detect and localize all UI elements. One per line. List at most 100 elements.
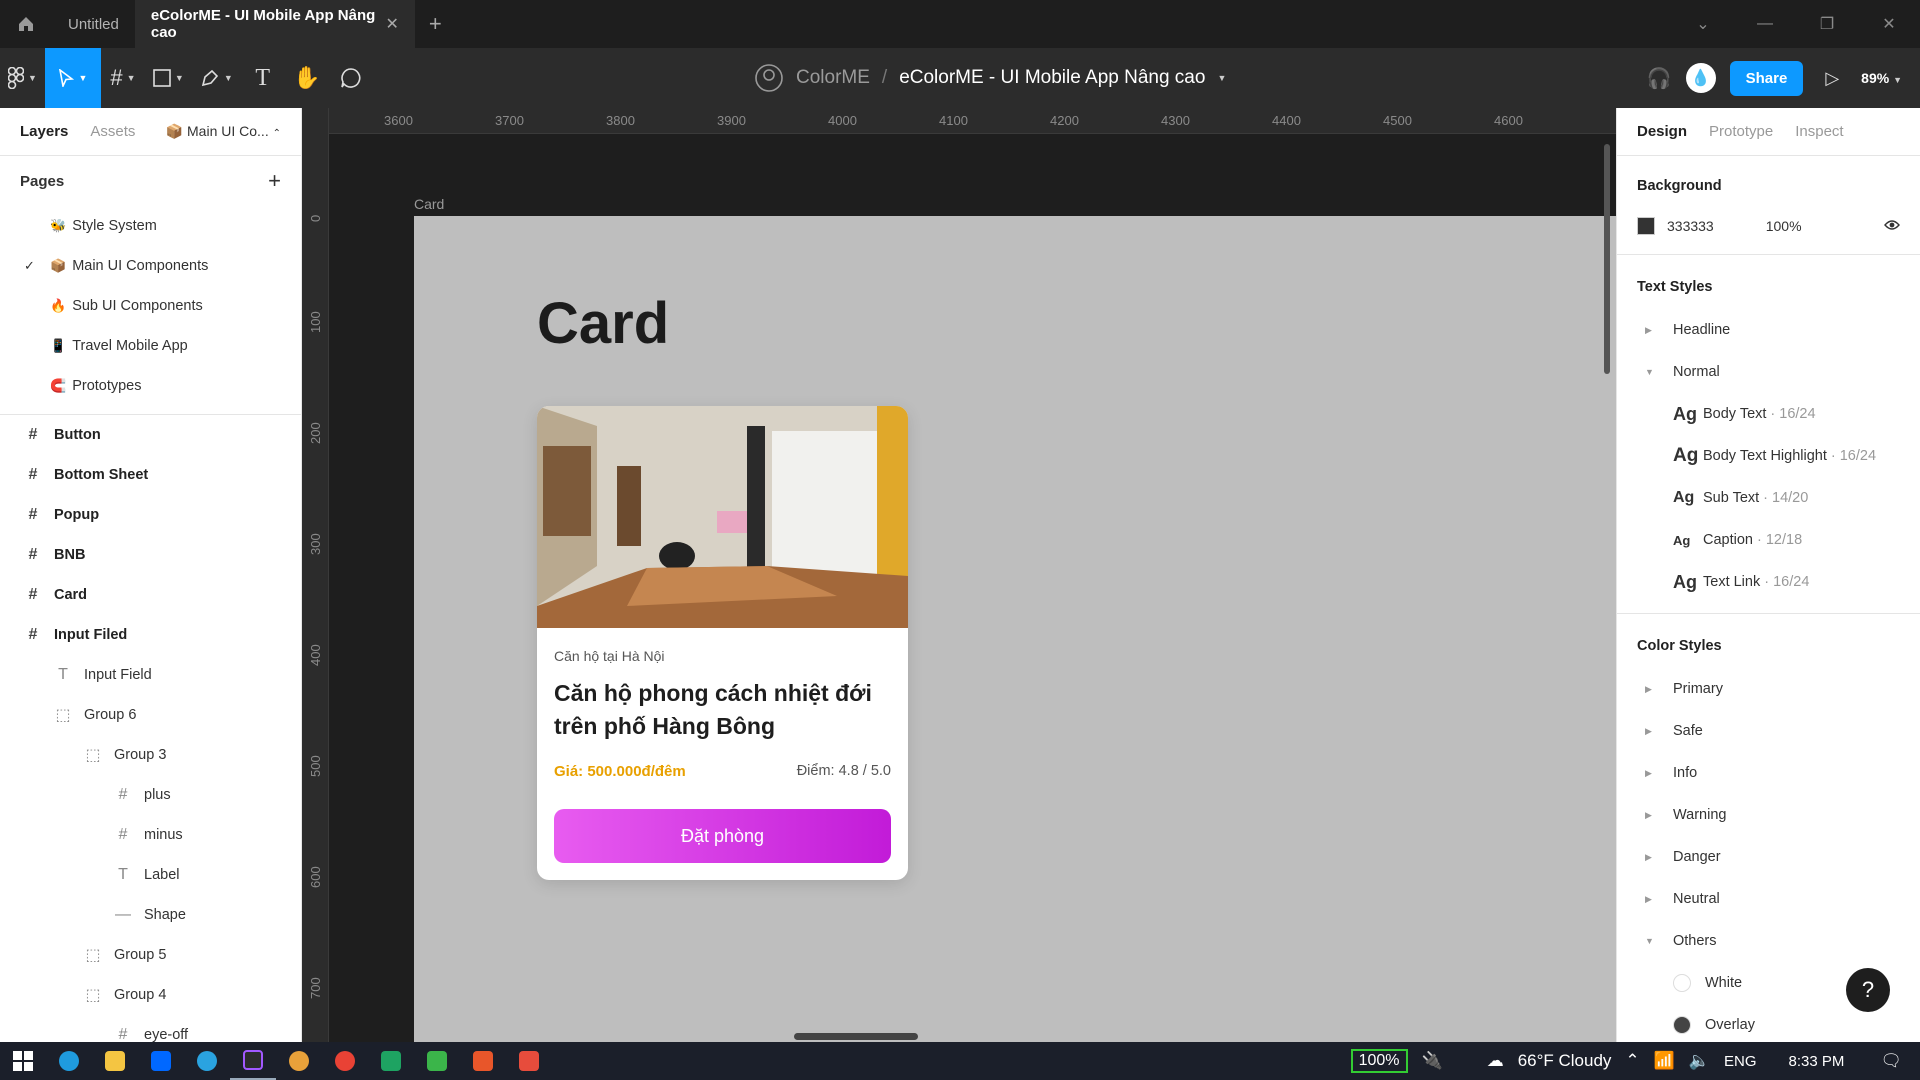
figma-taskbar-icon[interactable]	[230, 1042, 276, 1080]
chrome-icon[interactable]	[322, 1042, 368, 1080]
chrome-dev-icon[interactable]	[276, 1042, 322, 1080]
file-name[interactable]: eColorME - UI Mobile App Nâng cao	[899, 67, 1205, 89]
color-group[interactable]: ▶ Info	[1617, 752, 1920, 794]
telegram-icon[interactable]	[184, 1042, 230, 1080]
color-group[interactable]: ▶ Safe	[1617, 710, 1920, 752]
page-item[interactable]: 🧲 Prototypes	[0, 366, 301, 406]
tab-layers[interactable]: Layers	[20, 123, 68, 140]
layer-item[interactable]: # Input Filed	[0, 615, 301, 655]
start-windows-icon[interactable]	[0, 1042, 46, 1080]
eye-icon[interactable]	[1884, 218, 1900, 234]
tab-design[interactable]: Design	[1637, 123, 1687, 140]
layer-item[interactable]: # plus	[0, 775, 301, 815]
frame-label[interactable]: Card	[414, 196, 444, 212]
notifications-icon[interactable]: 🗨	[1880, 1051, 1902, 1071]
close-window-icon[interactable]: ✕	[1858, 14, 1920, 34]
text-tool-button[interactable]: T	[241, 48, 285, 108]
layer-item[interactable]: # Bottom Sheet	[0, 455, 301, 495]
presentation-icon[interactable]	[460, 1042, 506, 1080]
layer-item[interactable]: ⬚ Group 4	[0, 975, 301, 1015]
layer-item[interactable]: # BNB	[0, 535, 301, 575]
tab-assets[interactable]: Assets	[90, 123, 135, 140]
text-style-item[interactable]: Ag Sub Text · 14/20	[1617, 477, 1920, 519]
clock[interactable]: 8:33 PM	[1789, 1053, 1845, 1070]
avatar[interactable]: 💧	[1685, 63, 1716, 93]
hand-tool-button[interactable]: ✋	[285, 48, 329, 108]
page-item[interactable]: 📱 Travel Mobile App	[0, 326, 301, 366]
restore-icon[interactable]: ❐	[1796, 14, 1858, 34]
layer-item[interactable]: T Label	[0, 855, 301, 895]
layer-item[interactable]: ⬚ Group 5	[0, 935, 301, 975]
minimize-icon[interactable]: —	[1734, 15, 1796, 33]
text-style-item[interactable]: Ag Body Text · 16/24	[1617, 393, 1920, 435]
text-style-item[interactable]: Ag Body Text Highlight · 16/24	[1617, 435, 1920, 477]
room-card[interactable]: Căn hộ tại Hà Nội Căn hộ phong cách nhiệ…	[537, 406, 908, 880]
frame-tool-button[interactable]: # ▼	[101, 48, 145, 108]
canvas[interactable]: Card	[329, 134, 1616, 1042]
background-opacity[interactable]: 100%	[1766, 218, 1802, 234]
tab-inspect[interactable]: Inspect	[1795, 123, 1843, 140]
add-page-icon[interactable]: +	[268, 168, 281, 194]
home-icon[interactable]	[0, 0, 52, 48]
tab-prototype[interactable]: Prototype	[1709, 123, 1773, 140]
share-button[interactable]: Share	[1729, 60, 1804, 96]
camtasia-icon[interactable]	[414, 1042, 460, 1080]
close-icon[interactable]: ✕	[385, 14, 398, 34]
new-tab-plus-icon[interactable]: +	[415, 11, 456, 37]
layer-item[interactable]: # Button	[0, 415, 301, 455]
chevron-down-icon[interactable]: ⌄	[1672, 14, 1734, 34]
color-group[interactable]: ▶ Danger	[1617, 836, 1920, 878]
layer-item[interactable]: T Input Field	[0, 655, 301, 695]
page-selector[interactable]: 📦 Main UI Co... ⌃	[166, 123, 281, 140]
recorder-icon[interactable]	[506, 1042, 552, 1080]
text-style-item[interactable]: Ag Text Link · 16/24	[1617, 561, 1920, 603]
volume-icon[interactable]: 🔈	[1689, 1051, 1710, 1071]
zalo-icon[interactable]	[138, 1042, 184, 1080]
tab-untitled[interactable]: Untitled	[52, 0, 135, 48]
headphones-icon[interactable]: 🎧	[1647, 66, 1672, 91]
layer-item[interactable]: ⬚ Group 3	[0, 735, 301, 775]
text-group-normal[interactable]: ▼ Normal	[1617, 351, 1920, 393]
sheets-icon[interactable]	[368, 1042, 414, 1080]
language-indicator[interactable]: ENG	[1724, 1053, 1757, 1070]
battery-indicator[interactable]: 100%	[1350, 1049, 1408, 1073]
color-group[interactable]: ▶ Neutral	[1617, 878, 1920, 920]
play-icon[interactable]: ▷	[1817, 68, 1847, 89]
file-explorer-icon[interactable]	[92, 1042, 138, 1080]
color-group[interactable]: ▶ Warning	[1617, 794, 1920, 836]
chevron-up-icon[interactable]: ⌃	[1625, 1051, 1639, 1071]
team-name[interactable]: ColorME	[796, 67, 870, 89]
layer-item[interactable]: # Popup	[0, 495, 301, 535]
layer-item[interactable]: # eye-off	[0, 1015, 301, 1042]
wifi-icon[interactable]: 📶	[1654, 1051, 1675, 1071]
color-group[interactable]: ▶ Primary	[1617, 668, 1920, 710]
move-tool-button[interactable]: ▼	[44, 48, 101, 108]
pen-tool-button[interactable]: ▼	[192, 48, 241, 108]
page-item[interactable]: 🔥 Sub UI Components	[0, 286, 301, 326]
layer-item[interactable]: — Shape	[0, 895, 301, 935]
comment-tool-button[interactable]	[329, 48, 373, 108]
main-menu-button[interactable]: ▼	[0, 48, 45, 108]
frame-heading[interactable]: Card	[537, 290, 669, 357]
color-group[interactable]: ▼ Others	[1617, 920, 1920, 962]
book-room-button[interactable]: Đặt phòng	[554, 809, 891, 863]
background-hex[interactable]: 333333	[1667, 218, 1714, 234]
shape-tool-button[interactable]: ▼	[145, 48, 192, 108]
page-item[interactable]: ✓ 📦 Main UI Components	[0, 246, 301, 286]
weather-text[interactable]: 66°F Cloudy	[1518, 1051, 1612, 1071]
tab-current-file[interactable]: eColorME - UI Mobile App Nâng cao ✕	[134, 0, 415, 48]
page-item[interactable]: 🐝 Style System	[0, 206, 301, 246]
edge-icon[interactable]	[46, 1042, 92, 1080]
background-swatch[interactable]	[1637, 217, 1655, 235]
chevron-down-icon[interactable]: ▼	[1217, 73, 1226, 83]
background-row[interactable]: 333333 100%	[1617, 208, 1920, 244]
help-button[interactable]: ?	[1846, 968, 1890, 1012]
layer-item[interactable]: ⬚ Group 6	[0, 695, 301, 735]
zoom-dropdown[interactable]: 89% ▼	[1861, 70, 1902, 86]
vertical-scrollbar[interactable]	[1604, 144, 1610, 374]
text-group-headline[interactable]: ▶ Headline	[1617, 309, 1920, 351]
layer-item[interactable]: # minus	[0, 815, 301, 855]
horizontal-scrollbar[interactable]	[794, 1033, 918, 1040]
text-style-item[interactable]: Ag Caption · 12/18	[1617, 519, 1920, 561]
layer-item[interactable]: # Card	[0, 575, 301, 615]
